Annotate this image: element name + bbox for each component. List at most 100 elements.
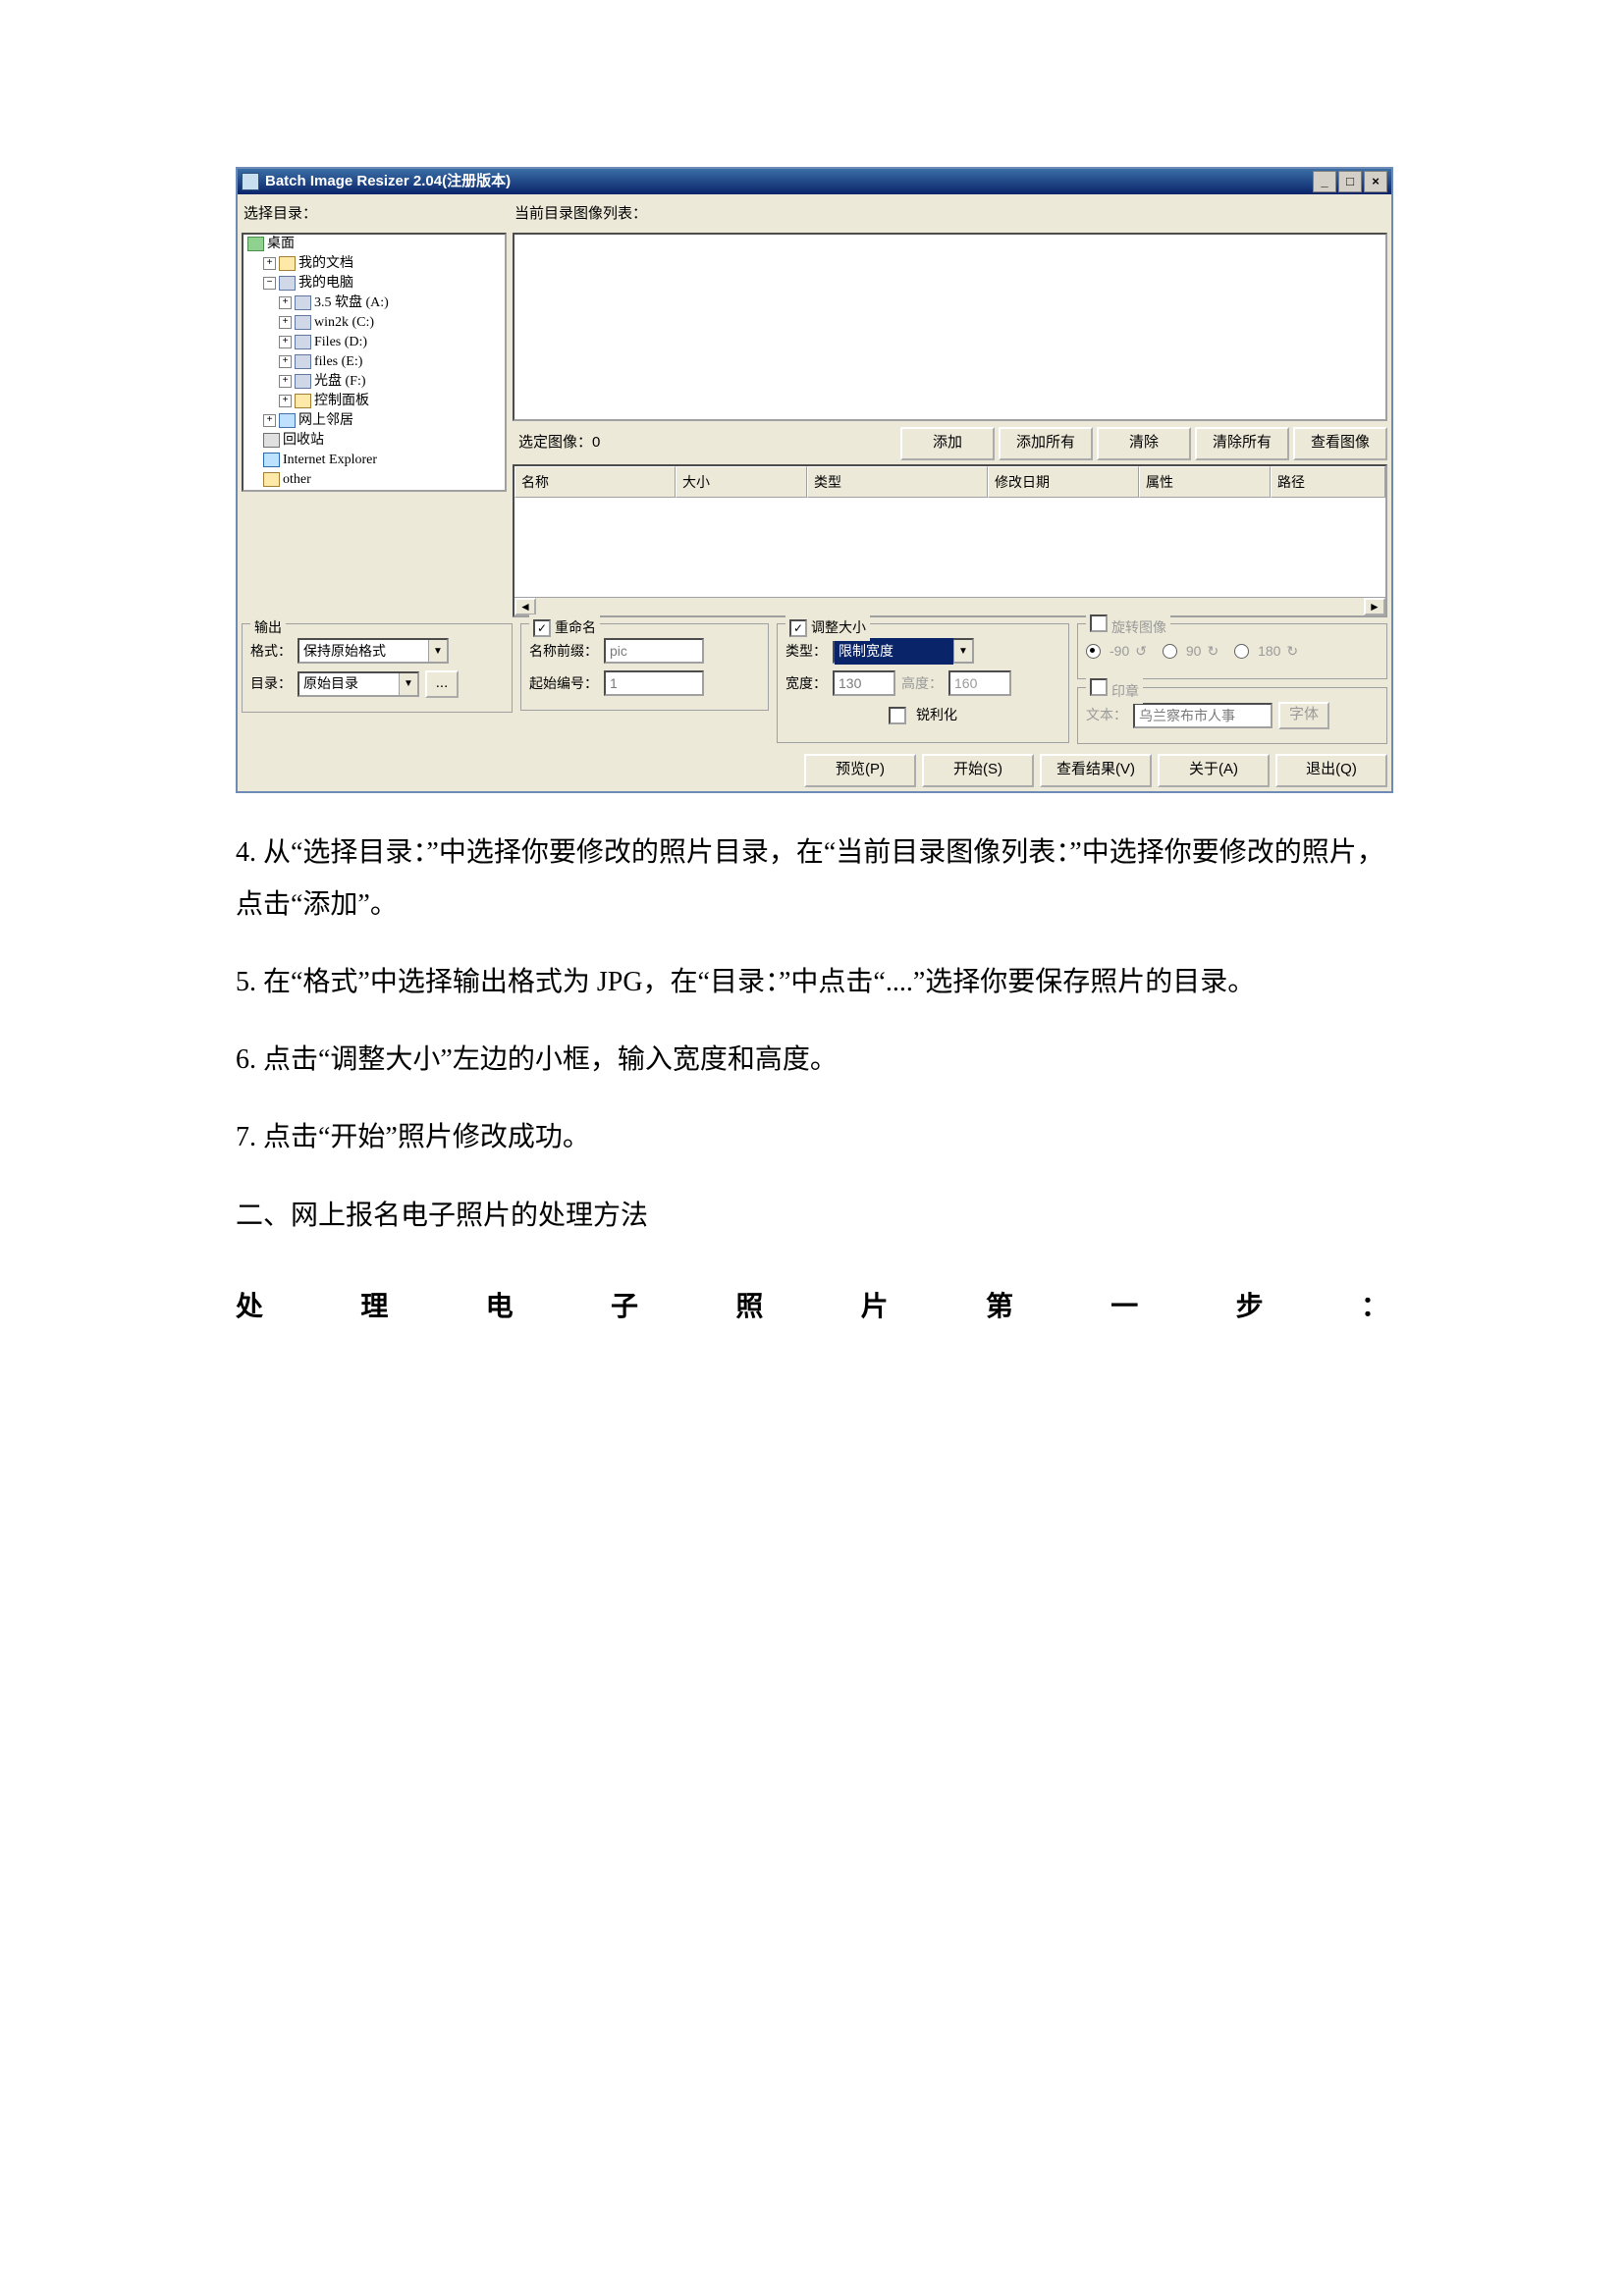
spaced-char: 第 xyxy=(986,1281,1013,1333)
spaced-char: 处 xyxy=(236,1281,263,1333)
app-icon xyxy=(242,173,259,190)
expand-icon[interactable]: + xyxy=(279,296,292,309)
spaced-char: 理 xyxy=(360,1281,388,1333)
spaced-char: 子 xyxy=(611,1281,638,1333)
expand-icon[interactable]: + xyxy=(263,257,276,270)
app-window: Batch Image Resizer 2.04(注册版本) _ □ × 选择目… xyxy=(236,167,1393,793)
about-button[interactable]: 关于(A) xyxy=(1158,754,1270,787)
tree-drive-a[interactable]: 3.5 软盘 (A:) xyxy=(314,295,389,310)
tree-drive-e[interactable]: files (E:) xyxy=(314,354,362,369)
step-7: 7. 点击“开始”照片修改成功。 xyxy=(236,1111,1388,1163)
expand-icon[interactable]: + xyxy=(279,355,292,368)
tree-mycomputer[interactable]: 我的电脑 xyxy=(298,276,353,291)
desktop-icon xyxy=(247,237,264,251)
spaced-char: 照 xyxy=(735,1281,763,1333)
image-list[interactable]: ◄ ► xyxy=(513,498,1387,617)
col-date[interactable]: 修改日期 xyxy=(988,466,1139,499)
rotate-p90-radio[interactable] xyxy=(1163,644,1177,659)
add-all-button[interactable]: 添加所有 xyxy=(999,427,1093,460)
horizontal-scrollbar[interactable]: ◄ ► xyxy=(514,597,1385,615)
sharpen-checkbox[interactable] xyxy=(889,707,906,724)
col-type[interactable]: 类型 xyxy=(807,466,988,499)
rotate-label: 旋转图像 xyxy=(1111,619,1166,635)
computer-icon xyxy=(279,276,296,291)
add-button[interactable]: 添加 xyxy=(900,427,995,460)
rename-checkbox[interactable]: ✓ xyxy=(533,619,551,637)
spaced-char: 一 xyxy=(1110,1281,1138,1333)
width-label: 宽度： xyxy=(785,670,827,697)
image-list-label: 当前目录图像列表： xyxy=(514,200,1385,229)
stamp-label: 印章 xyxy=(1111,683,1139,699)
format-select[interactable]: 保持原始格式 ▼ xyxy=(298,638,449,664)
tree-other[interactable]: other xyxy=(283,472,311,487)
control-panel-icon xyxy=(295,394,311,408)
startnum-label: 起始编号： xyxy=(529,670,598,697)
spaced-char: ： xyxy=(1361,1281,1388,1333)
rotate-checkbox[interactable] xyxy=(1090,614,1108,632)
dir-value: 原始目录 xyxy=(299,670,399,697)
expand-icon[interactable]: + xyxy=(279,336,292,348)
list-header: 名称 大小 类型 修改日期 属性 路径 xyxy=(513,464,1387,499)
font-button: 字体 xyxy=(1278,702,1329,729)
tree-mydocs[interactable]: 我的文档 xyxy=(298,256,353,271)
expand-icon[interactable]: + xyxy=(279,395,292,407)
minimize-button[interactable]: _ xyxy=(1313,171,1336,192)
expand-icon[interactable]: + xyxy=(279,375,292,388)
tree-control-panel[interactable]: 控制面板 xyxy=(314,394,369,408)
rotate-180-icon: ↻ xyxy=(1286,638,1298,665)
maximize-button[interactable]: □ xyxy=(1338,171,1362,192)
chevron-down-icon: ▼ xyxy=(399,673,417,695)
network-icon xyxy=(279,413,296,428)
stamp-checkbox[interactable] xyxy=(1090,678,1108,696)
tree-drive-f[interactable]: 光盘 (F:) xyxy=(314,374,366,389)
expand-icon[interactable]: − xyxy=(263,277,276,290)
quit-button[interactable]: 退出(Q) xyxy=(1275,754,1387,787)
tree-drive-c[interactable]: win2k (C:) xyxy=(314,315,374,330)
close-button[interactable]: × xyxy=(1364,171,1387,192)
scroll-left-icon[interactable]: ◄ xyxy=(514,598,536,615)
col-attr[interactable]: 属性 xyxy=(1139,466,1271,499)
results-button[interactable]: 查看结果(V) xyxy=(1040,754,1152,787)
resize-type-label: 类型： xyxy=(785,638,827,665)
resize-type-select[interactable]: 限制宽度 ▼ xyxy=(833,638,974,664)
remove-all-button[interactable]: 清除所有 xyxy=(1195,427,1289,460)
cdrom-icon xyxy=(295,374,311,389)
col-name[interactable]: 名称 xyxy=(514,466,676,499)
preview-button[interactable]: 预览(P) xyxy=(804,754,916,787)
rotate-group: 旋转图像 -90↺ 90↻ 180↻ xyxy=(1077,623,1387,679)
remove-button[interactable]: 清除 xyxy=(1097,427,1191,460)
rotate-m90-radio[interactable] xyxy=(1086,644,1101,659)
browse-button[interactable]: ... xyxy=(425,670,459,698)
col-size[interactable]: 大小 xyxy=(676,466,807,499)
prefix-input[interactable] xyxy=(604,638,704,664)
dir-select[interactable]: 原始目录 ▼ xyxy=(298,671,419,697)
sharpen-label: 锐利化 xyxy=(916,702,957,728)
selected-count: 选定图像：0 xyxy=(513,427,606,459)
startnum-input[interactable] xyxy=(604,670,704,696)
start-button[interactable]: 开始(S) xyxy=(922,754,1034,787)
rotate-p180-radio[interactable] xyxy=(1234,644,1249,659)
scroll-track[interactable] xyxy=(536,598,1364,615)
tree-drive-d[interactable]: Files (D:) xyxy=(314,335,367,349)
tree-network[interactable]: 网上邻居 xyxy=(298,413,353,428)
tree-recycle-bin[interactable]: 回收站 xyxy=(283,433,324,448)
thumbnail-area[interactable] xyxy=(513,233,1387,421)
rotate-p180-label: 180 xyxy=(1258,638,1280,665)
recycle-bin-icon xyxy=(263,433,280,448)
view-image-button[interactable]: 查看图像 xyxy=(1293,427,1387,460)
spaced-char: 片 xyxy=(861,1281,889,1333)
tree-desktop[interactable]: 桌面 xyxy=(267,237,295,251)
expand-icon[interactable]: + xyxy=(263,414,276,427)
stamp-text-input xyxy=(1133,703,1272,728)
expand-icon[interactable]: + xyxy=(279,316,292,329)
resize-checkbox[interactable]: ✓ xyxy=(789,619,807,637)
width-input[interactable] xyxy=(833,670,895,696)
spaced-heading: 处 理 电 子 照 片 第 一 步 ： xyxy=(236,1281,1388,1333)
directory-tree[interactable]: 桌面 +我的文档 −我的电脑 +3.5 软盘 (A:) +win2k (C:) … xyxy=(242,233,507,492)
scroll-right-icon[interactable]: ► xyxy=(1364,598,1385,615)
col-path[interactable]: 路径 xyxy=(1271,466,1385,499)
tree-ie[interactable]: Internet Explorer xyxy=(283,453,377,467)
step-5: 5. 在“格式”中选择输出格式为 JPG，在“目录：”中点击“....”选择你要… xyxy=(236,956,1388,1008)
format-value: 保持原始格式 xyxy=(299,638,428,665)
rotate-m90-label: -90 xyxy=(1110,638,1129,665)
